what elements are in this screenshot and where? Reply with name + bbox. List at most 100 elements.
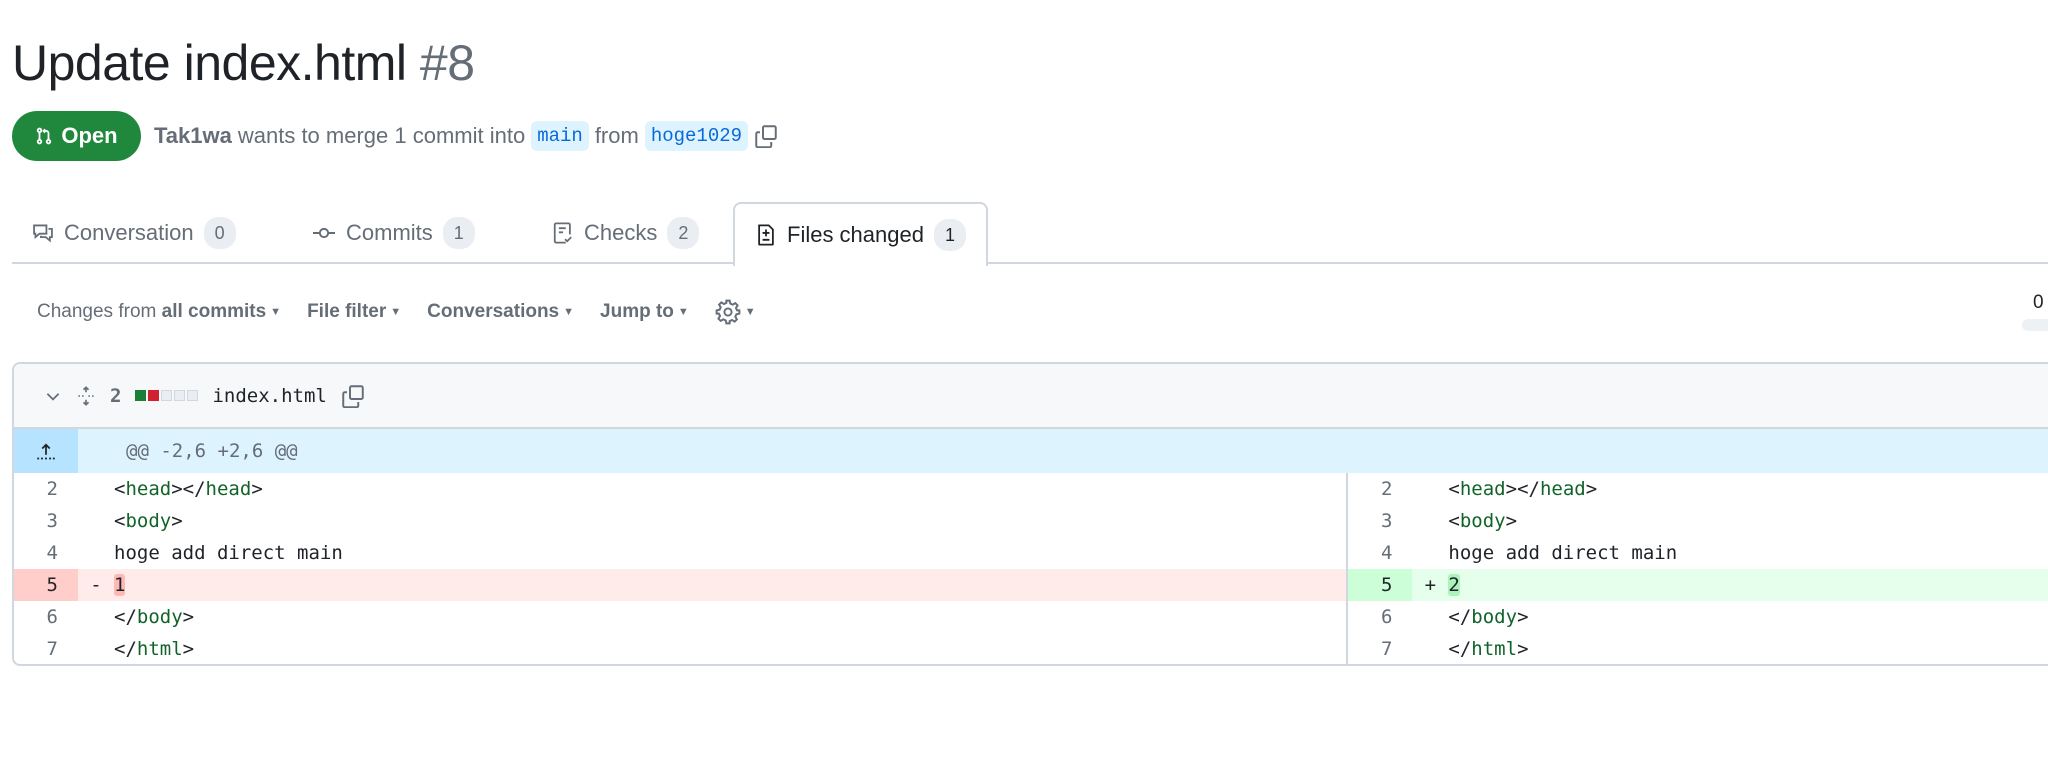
- diff-row: 3 <body> 3 <body>: [14, 505, 2048, 537]
- diffstat-neutral: [187, 390, 199, 401]
- code-text: ></: [171, 478, 206, 500]
- line-number[interactable]: 5: [1348, 569, 1413, 601]
- tab-checks[interactable]: Checks 2: [532, 202, 719, 264]
- diff-marker: [1412, 601, 1448, 633]
- settings-dropdown[interactable]: ▼: [715, 299, 756, 325]
- file-filter-dropdown[interactable]: File filter ▼: [307, 301, 401, 323]
- file-name[interactable]: index.html: [212, 385, 326, 407]
- git-pull-request-icon: [35, 126, 53, 146]
- line-number[interactable]: 7: [1348, 633, 1412, 664]
- right-line: 2 <head></head>: [1346, 473, 2048, 505]
- line-number[interactable]: 7: [14, 633, 78, 664]
- caret-down-icon: ▼: [390, 305, 402, 318]
- code-tag: head: [125, 478, 172, 500]
- from-text: from: [594, 123, 639, 148]
- diff-marker: [1412, 505, 1448, 537]
- checklist-icon: [552, 221, 574, 245]
- diffstat: [135, 390, 199, 401]
- line-number[interactable]: 2: [14, 473, 78, 505]
- jump-to-dropdown[interactable]: Jump to ▼: [600, 301, 689, 323]
- file-diff-icon: [755, 223, 777, 247]
- changes-value: all commits: [161, 301, 267, 322]
- code-text: <: [114, 510, 126, 532]
- merge-text: wants to merge 1 commit into: [237, 123, 526, 148]
- diff-row: 2 <head></head> 2 <head></head>: [14, 473, 2048, 505]
- line-number[interactable]: 3: [14, 505, 78, 537]
- code-line: hoge add direct main: [1448, 537, 1677, 569]
- diff-marker: +: [1424, 574, 1437, 596]
- code-line: </html>: [114, 633, 194, 664]
- code-text: >: [182, 606, 195, 628]
- right-line: 6 </body>: [1346, 601, 2048, 633]
- code-text: >: [251, 478, 263, 500]
- code-tag: head: [1539, 478, 1586, 500]
- left-line: 7 </html>: [14, 633, 1346, 664]
- tab-label: Files changed: [787, 222, 924, 247]
- diffstat-add: [135, 390, 147, 401]
- line-number[interactable]: 6: [14, 601, 78, 633]
- tab-label: Commits: [346, 220, 433, 245]
- diff-row: 7 </html> 7 </html>: [14, 633, 2048, 664]
- code-line: 2: [1448, 569, 1460, 601]
- code-text: hoge add direct main: [1448, 542, 1678, 564]
- base-branch[interactable]: main: [531, 121, 589, 151]
- diff-rows: 2 <head></head> 2 <head></head> 3 <body> 3 <bod…: [14, 473, 2048, 664]
- tab-counter: 1: [933, 219, 966, 251]
- code-text: </: [114, 638, 137, 660]
- tab-commits[interactable]: Commits 1: [292, 202, 495, 264]
- code-text: <: [1448, 478, 1460, 500]
- copy-icon[interactable]: [341, 384, 365, 408]
- tab-conversation[interactable]: Conversation 0: [12, 202, 256, 264]
- line-number[interactable]: 2: [1348, 473, 1412, 505]
- code-text: >: [171, 510, 183, 532]
- head-branch[interactable]: hoge1029: [644, 121, 749, 151]
- unfold-icon[interactable]: [76, 384, 96, 408]
- code-line: <head></head>: [1448, 473, 1597, 505]
- hunk-text: @@ -2,6 +2,6 @@: [126, 440, 298, 462]
- line-number[interactable]: 5: [14, 569, 78, 601]
- line-number[interactable]: 6: [1348, 601, 1412, 633]
- left-line: 2 <head></head>: [14, 473, 1346, 505]
- code-text: <: [114, 478, 126, 500]
- code-line: 1: [114, 569, 126, 601]
- conversations-dropdown[interactable]: Conversations ▼: [427, 301, 574, 323]
- code-line: </html>: [1448, 633, 1528, 664]
- code-text: >: [1517, 606, 1529, 628]
- line-number[interactable]: 4: [1348, 537, 1412, 569]
- diffstat-del: [148, 390, 160, 401]
- code-text: ></: [1505, 478, 1540, 500]
- tab-files-changed[interactable]: Files changed 1: [733, 202, 988, 266]
- diff-row: 5-1 5 +2: [14, 569, 2048, 601]
- code-tag: head: [205, 478, 252, 500]
- code-line: </body>: [114, 601, 194, 633]
- caret-down-icon: ▼: [677, 305, 689, 318]
- gear-icon: [715, 299, 741, 325]
- line-number[interactable]: 3: [1348, 505, 1412, 537]
- expand-up-icon[interactable]: [14, 429, 78, 473]
- code-text: </: [1448, 638, 1472, 660]
- diff-marker: [78, 537, 114, 569]
- right-line: 7 </html>: [1346, 633, 2048, 664]
- changes-from-dropdown[interactable]: Changes from all commits ▼: [37, 301, 281, 323]
- chevron-down-icon[interactable]: [44, 387, 62, 405]
- diff-marker: -: [90, 574, 102, 596]
- author-link[interactable]: Tak1wa: [154, 123, 232, 149]
- viewed-count: 0: [2033, 292, 2044, 313]
- code-text: hoge add direct main: [114, 542, 343, 564]
- copy-icon[interactable]: [754, 124, 778, 148]
- caret-down-icon: ▼: [744, 306, 756, 318]
- diff-row: 6 </body> 6 </body>: [14, 601, 2048, 633]
- code-tag: body: [1471, 606, 1518, 628]
- diff-marker: [78, 633, 114, 664]
- left-line: 5-1: [14, 569, 1347, 601]
- right-line: 4 hoge add direct main: [1346, 537, 2048, 569]
- diff-marker: [78, 505, 114, 537]
- tab-counter: 2: [667, 217, 700, 249]
- diff-marker: [1412, 537, 1448, 569]
- diff-marker: [78, 601, 114, 633]
- line-number[interactable]: 4: [14, 537, 78, 569]
- code-tag: head: [1459, 478, 1506, 500]
- caret-down-icon: ▼: [270, 305, 282, 318]
- tab-counter: 0: [203, 217, 236, 249]
- conversations-label: Conversations: [427, 301, 560, 322]
